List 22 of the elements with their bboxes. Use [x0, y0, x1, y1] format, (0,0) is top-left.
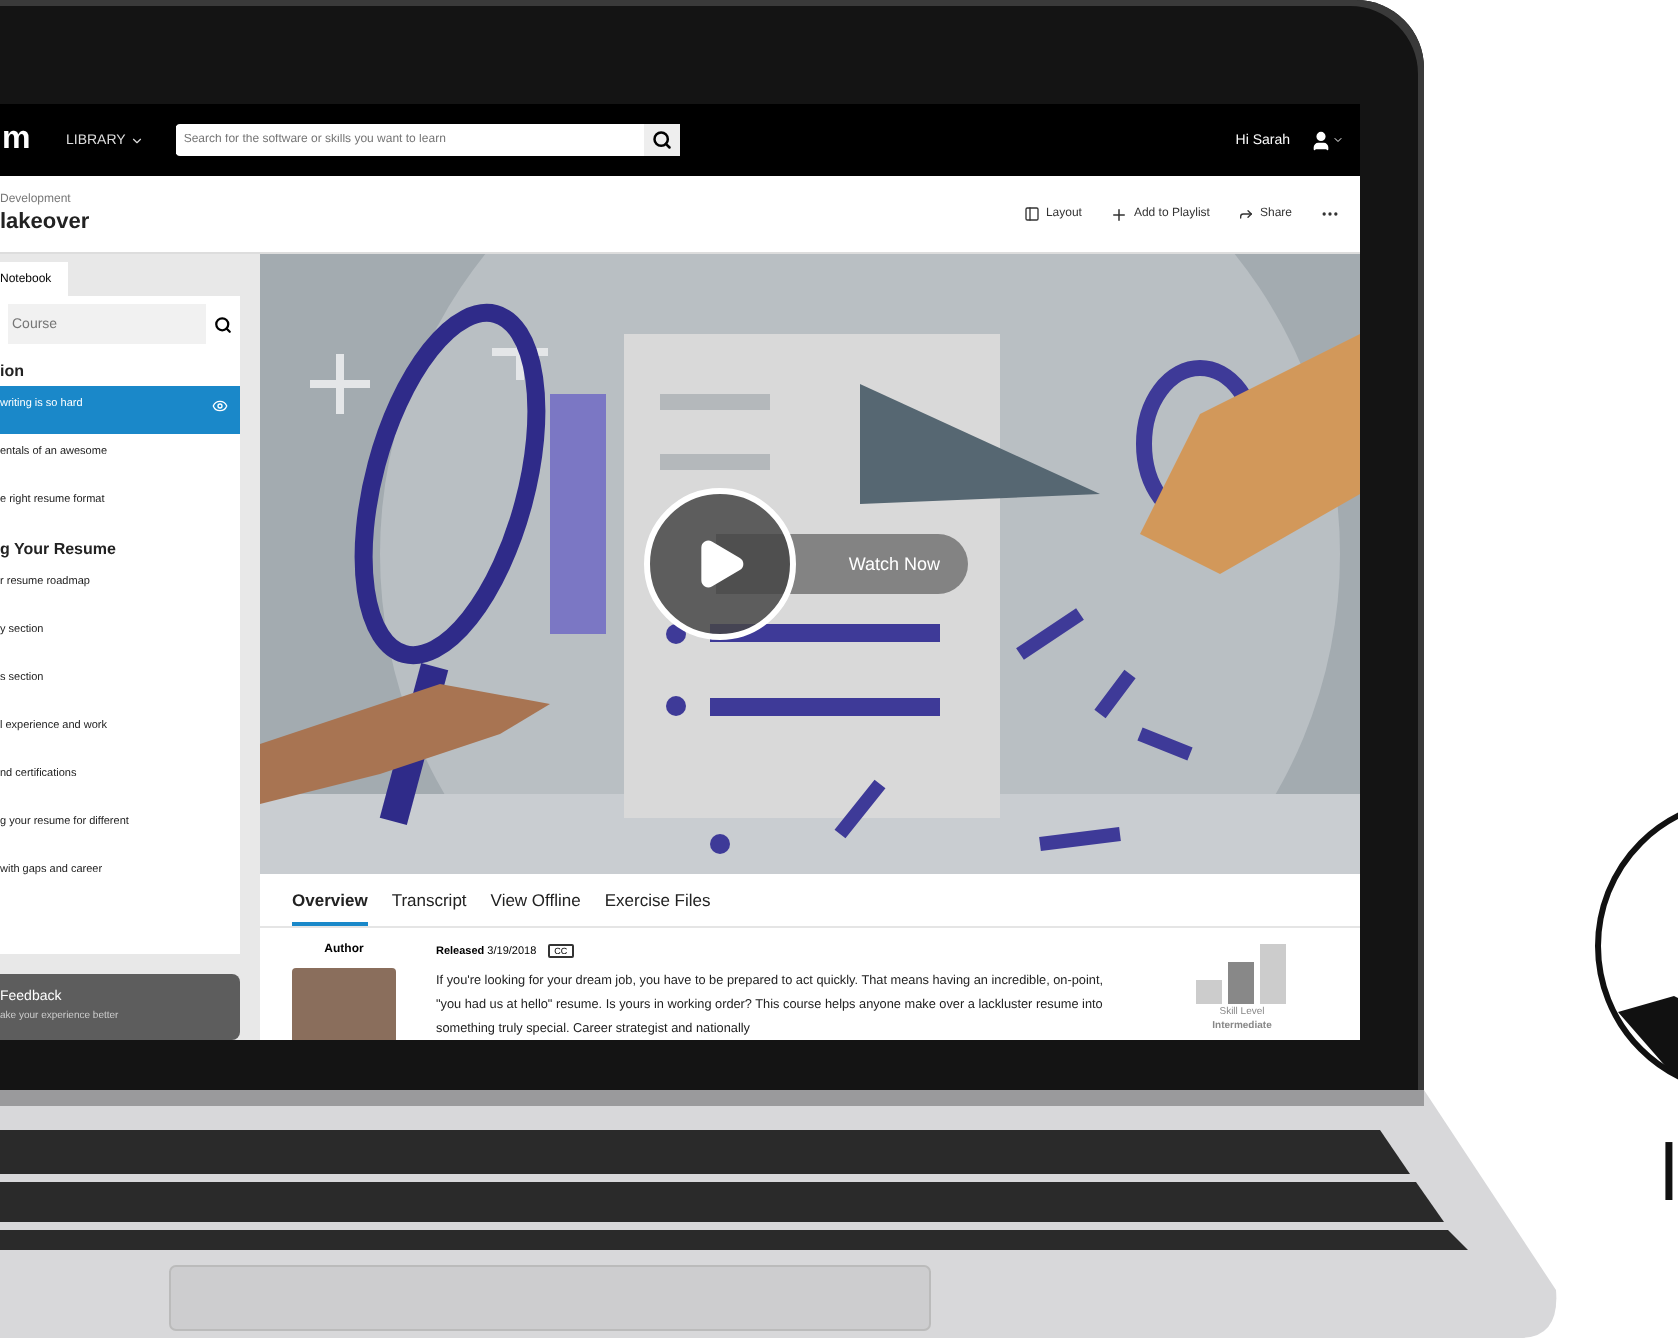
- content-tab[interactable]: View Offline: [490, 890, 581, 926]
- search-button[interactable]: [643, 124, 680, 156]
- plus-icon: [1109, 205, 1128, 223]
- course-title: lakeover: [0, 210, 90, 234]
- user-menu-button[interactable]: [1310, 129, 1344, 151]
- skill-bars-icon: [1196, 944, 1288, 1004]
- content-tab[interactable]: Transcript: [391, 890, 467, 926]
- brand-text: l: [1660, 1134, 1678, 1214]
- content-tab[interactable]: Overview: [292, 890, 368, 926]
- search-icon: [214, 315, 232, 333]
- search-icon: [651, 130, 672, 150]
- share-icon: [1237, 206, 1254, 222]
- section-title: ion: [0, 360, 26, 384]
- section-title: g Your Resume: [0, 538, 118, 562]
- brand-logo[interactable]: m: [2, 122, 34, 158]
- eye-icon: [212, 398, 228, 414]
- photo-placeholder: [292, 968, 396, 1040]
- content-tab[interactable]: Exercise Files: [604, 890, 711, 926]
- layout-icon: [1023, 206, 1040, 222]
- caret-icon: [1332, 134, 1344, 146]
- user-icon: [1310, 129, 1332, 151]
- caret-icon: [129, 133, 144, 147]
